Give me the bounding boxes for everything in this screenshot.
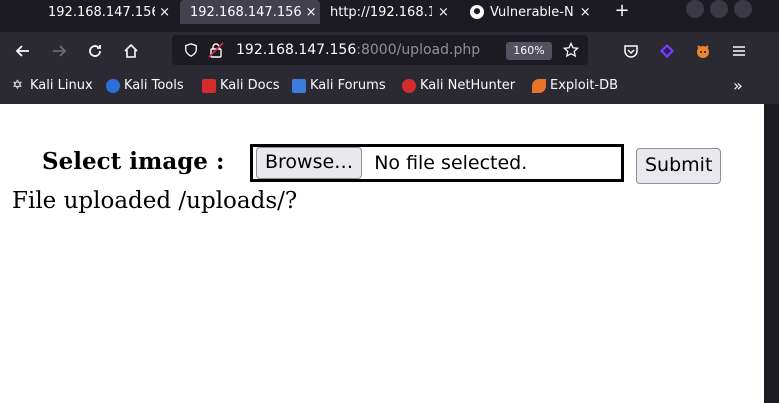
shield-icon (185, 43, 197, 57)
navigation-bar: 192.168.147.156:8000/upload.php 160% (0, 32, 779, 70)
extension-icon (660, 44, 674, 58)
tab-4[interactable]: Vulnerable-N × (470, 0, 610, 24)
arrow-left-icon (15, 45, 29, 57)
close-icon[interactable]: × (580, 5, 591, 20)
close-icon[interactable]: × (159, 5, 170, 20)
kali-dragon-icon: ✡ (12, 77, 23, 93)
pocket-icon (624, 45, 638, 58)
bookmark-label: Kali Tools (124, 78, 184, 93)
upload-form: Select image : Browse… No file selected.… (42, 144, 722, 184)
fox-extension-button[interactable] (690, 38, 716, 64)
url-text[interactable]: 192.168.147.156:8000/upload.php (236, 42, 480, 58)
bookmark-exploit-db[interactable]: Exploit-DB (532, 78, 618, 93)
bookmark-label: Exploit-DB (550, 78, 619, 93)
bookmark-kali-tools[interactable]: Kali Tools (106, 78, 184, 93)
tab-title: 192.168.147.156 (48, 4, 156, 20)
insecure-lock-icon[interactable] (208, 42, 224, 58)
bookmark-label: Kali Forums (310, 78, 386, 93)
nethunter-icon (402, 78, 416, 93)
forward-button[interactable] (46, 38, 72, 64)
url-bar[interactable]: 192.168.147.156:8000/upload.php 160% (172, 35, 588, 65)
close-icon[interactable]: × (438, 5, 449, 20)
url-path: :8000/upload.php (356, 42, 481, 58)
extension-button[interactable] (654, 38, 680, 64)
file-status: No file selected. (374, 152, 528, 174)
bookmark-label: Kali Docs (220, 78, 280, 93)
zoom-level[interactable]: 160% (506, 42, 552, 60)
bookmark-label: Kali NetHunter (420, 78, 516, 93)
back-button[interactable] (10, 38, 36, 64)
maximize-button[interactable] (710, 0, 728, 18)
bookmark-kali-linux[interactable]: ✡ Kali Linux (12, 78, 93, 93)
tab-3[interactable]: http://192.168.14 × (322, 0, 462, 24)
pocket-button[interactable] (618, 38, 644, 64)
close-icon[interactable]: × (306, 5, 317, 20)
minimize-button[interactable] (686, 0, 704, 18)
url-host: 192.168.147.156 (236, 42, 357, 58)
tab-strip: 192.168.147.156 × 192.168.147.156 × http… (0, 0, 779, 24)
exploit-db-icon (532, 78, 546, 93)
bookmark-label: Kali Linux (30, 78, 93, 93)
tab-title: Vulnerable-N (490, 4, 574, 20)
close-window-button[interactable] (734, 0, 752, 18)
home-icon (124, 43, 138, 58)
hamburger-icon (733, 46, 745, 56)
browse-button[interactable]: Browse… (256, 147, 363, 179)
bookmark-kali-forums[interactable]: Kali Forums (292, 78, 386, 93)
reload-button[interactable] (82, 38, 108, 64)
scrollbar[interactable] (764, 104, 779, 403)
file-input[interactable]: Browse… No file selected. (250, 144, 624, 182)
bookmarks-toolbar: ✡ Kali Linux Kali Tools Kali Docs Kali F… (0, 70, 779, 105)
fox-icon (697, 45, 709, 58)
tab-title: 192.168.147.156 (190, 4, 302, 20)
tab-title: http://192.168.14 (330, 4, 432, 20)
kali-docs-icon (202, 78, 216, 93)
bookmark-kali-nethunter[interactable]: Kali NetHunter (402, 78, 515, 93)
bookmarks-overflow-button[interactable]: » (733, 76, 743, 95)
arrow-right-icon (53, 45, 67, 57)
reload-icon (89, 45, 101, 57)
star-icon[interactable] (563, 42, 579, 58)
bookmark-kali-docs[interactable]: Kali Docs (202, 78, 280, 93)
github-icon (470, 5, 484, 19)
tab-1[interactable]: 192.168.147.156 × (20, 0, 170, 24)
home-button[interactable] (118, 38, 144, 64)
tab-2[interactable]: 192.168.147.156 × (180, 0, 320, 24)
submit-button[interactable]: Submit (636, 148, 722, 184)
new-tab-button[interactable]: + (612, 0, 632, 24)
upload-message: File uploaded /uploads/? (12, 188, 298, 214)
select-image-label: Select image : (42, 148, 225, 175)
kali-tools-icon (106, 78, 120, 93)
kali-forums-icon (292, 78, 306, 93)
menu-button[interactable] (726, 38, 752, 64)
page-viewport: Select image : Browse… No file selected.… (0, 104, 764, 403)
